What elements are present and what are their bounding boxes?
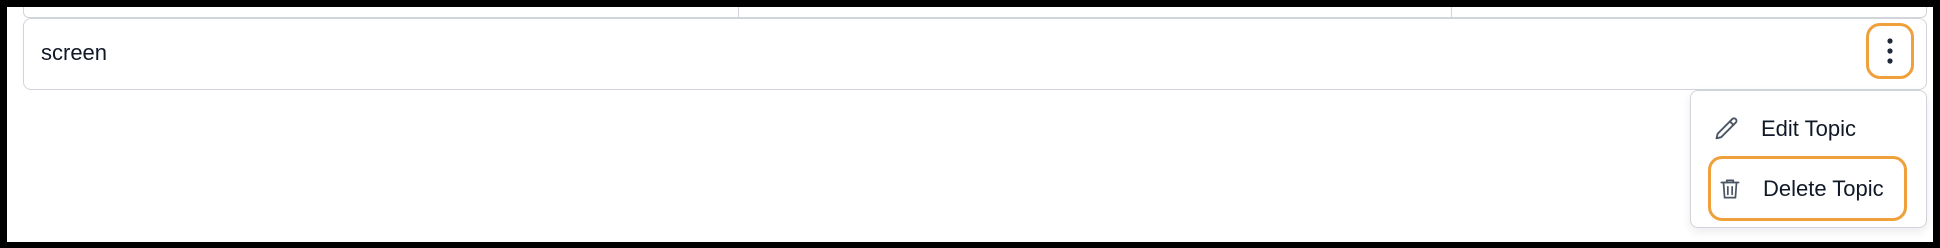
trash-icon xyxy=(1715,174,1745,204)
more-actions-button[interactable] xyxy=(1866,23,1914,79)
topic-name: screen xyxy=(41,40,108,65)
kebab-menu-icon xyxy=(1887,38,1893,64)
previous-table-row xyxy=(23,7,1927,18)
table-row: screen xyxy=(23,18,1927,90)
edit-topic-label: Edit Topic xyxy=(1761,116,1856,141)
delete-topic-label: Delete Topic xyxy=(1763,175,1884,201)
column-divider xyxy=(1451,7,1452,17)
delete-topic-menu-item[interactable]: Delete Topic xyxy=(1708,156,1907,221)
pencil-icon xyxy=(1712,114,1742,144)
column-divider xyxy=(738,7,739,17)
actions-dropdown-menu: Edit Topic Delete Topic xyxy=(1690,90,1927,228)
edit-topic-menu-item[interactable]: Edit Topic xyxy=(1712,111,1856,147)
